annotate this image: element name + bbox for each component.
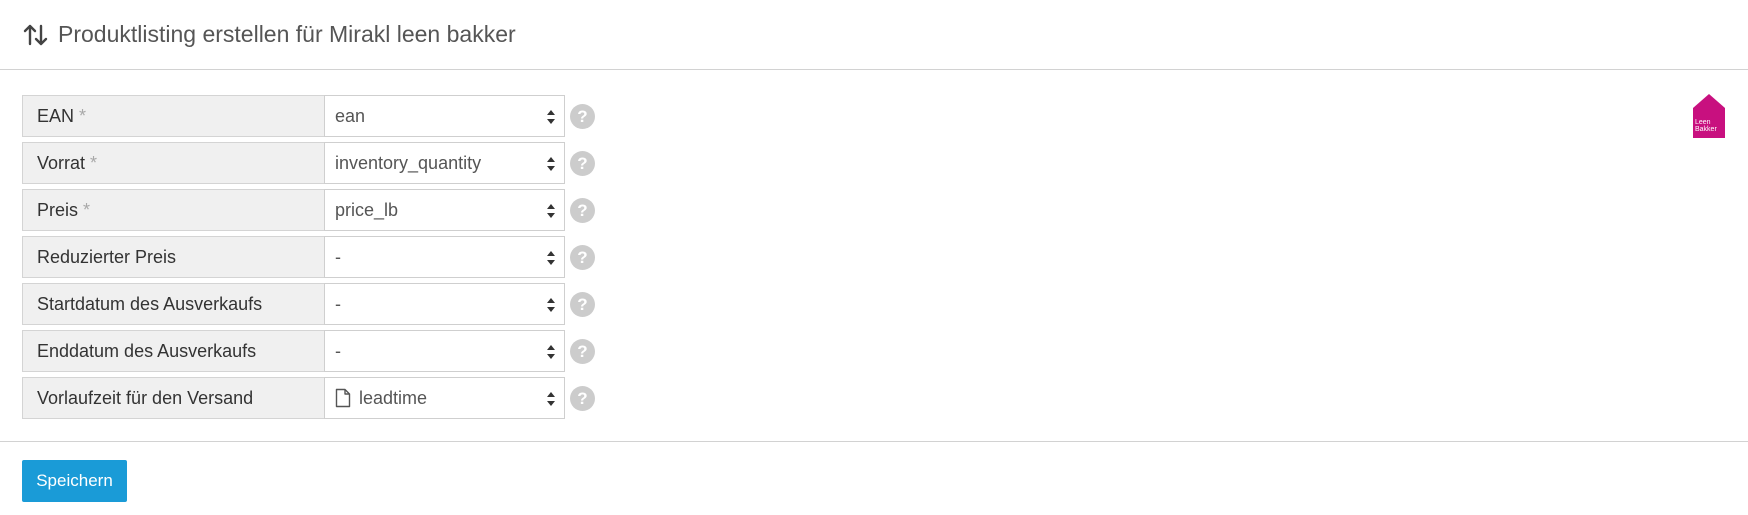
select-arrows-icon bbox=[547, 110, 555, 124]
field-label-text: Vorlaufzeit für den Versand bbox=[37, 387, 254, 408]
help-icon[interactable]: ? bbox=[570, 151, 595, 176]
form-row-enddatum: Enddatum des Ausverkaufs - ? bbox=[22, 330, 622, 372]
field-label-text: Preis bbox=[37, 199, 79, 220]
field-label: EAN * bbox=[22, 95, 324, 137]
page-header: Produktlisting erstellen für Mirakl leen… bbox=[0, 0, 1748, 70]
field-label-text: EAN bbox=[37, 105, 75, 126]
field-label-text: Vorrat bbox=[37, 152, 86, 173]
select-arrows-icon bbox=[547, 298, 555, 312]
select-arrows-icon bbox=[547, 251, 555, 265]
field-label: Vorrat * bbox=[22, 142, 324, 184]
field-label: Vorlaufzeit für den Versand bbox=[22, 377, 324, 419]
logo-text-line2: Bakker bbox=[1695, 126, 1717, 133]
select-arrows-icon bbox=[547, 392, 555, 406]
select-arrows-icon bbox=[547, 204, 555, 218]
form-row-reduzierter-preis: Reduzierter Preis - ? bbox=[22, 236, 622, 278]
select-arrows-icon bbox=[547, 345, 555, 359]
select-value: leadtime bbox=[359, 387, 428, 408]
help-icon[interactable]: ? bbox=[570, 292, 595, 317]
sort-arrows-icon bbox=[22, 21, 50, 49]
form-row-ean: EAN * ean ? bbox=[22, 95, 622, 137]
form-row-vorrat: Vorrat * inventory_quantity ? bbox=[22, 142, 622, 184]
logo-text: Leen Bakker bbox=[1695, 119, 1723, 133]
field-label: Reduzierter Preis bbox=[22, 236, 324, 278]
help-icon[interactable]: ? bbox=[570, 339, 595, 364]
form-row-vorlaufzeit: Vorlaufzeit für den Versand leadtime ? bbox=[22, 377, 622, 419]
help-icon[interactable]: ? bbox=[570, 386, 595, 411]
enddatum-select[interactable]: - bbox=[324, 330, 565, 372]
page-title: Produktlisting erstellen für Mirakl leen… bbox=[58, 21, 516, 47]
field-label: Startdatum des Ausverkaufs bbox=[22, 283, 324, 325]
file-icon bbox=[335, 388, 351, 408]
footer-divider bbox=[0, 441, 1748, 442]
help-icon[interactable]: ? bbox=[570, 104, 595, 129]
vorlaufzeit-select[interactable]: leadtime bbox=[324, 377, 565, 419]
logo-text-line1: Leen bbox=[1695, 119, 1711, 126]
select-value: - bbox=[335, 340, 341, 361]
form-row-preis: Preis * price_lb ? bbox=[22, 189, 622, 231]
field-label-text: Reduzierter Preis bbox=[37, 246, 177, 267]
help-icon[interactable]: ? bbox=[570, 198, 595, 223]
select-arrows-icon bbox=[547, 157, 555, 171]
select-value: price_lb bbox=[335, 199, 399, 220]
save-button[interactable]: Speichern bbox=[22, 460, 127, 502]
field-label-text: Startdatum des Ausverkaufs bbox=[37, 293, 263, 314]
reduzierter-preis-select[interactable]: - bbox=[324, 236, 565, 278]
required-marker: * bbox=[90, 152, 98, 173]
select-value: - bbox=[335, 293, 341, 314]
select-value: - bbox=[335, 246, 341, 267]
select-value: inventory_quantity bbox=[335, 152, 482, 173]
vorrat-select[interactable]: inventory_quantity bbox=[324, 142, 565, 184]
field-label: Enddatum des Ausverkaufs bbox=[22, 330, 324, 372]
ean-select[interactable]: ean bbox=[324, 95, 565, 137]
help-icon[interactable]: ? bbox=[570, 245, 595, 270]
field-label-text: Enddatum des Ausverkaufs bbox=[37, 340, 257, 361]
required-marker: * bbox=[79, 105, 87, 126]
form-row-startdatum: Startdatum des Ausverkaufs - ? bbox=[22, 283, 622, 325]
field-label: Preis * bbox=[22, 189, 324, 231]
select-value: ean bbox=[335, 105, 366, 126]
startdatum-select[interactable]: - bbox=[324, 283, 565, 325]
required-marker: * bbox=[83, 199, 91, 220]
preis-select[interactable]: price_lb bbox=[324, 189, 565, 231]
